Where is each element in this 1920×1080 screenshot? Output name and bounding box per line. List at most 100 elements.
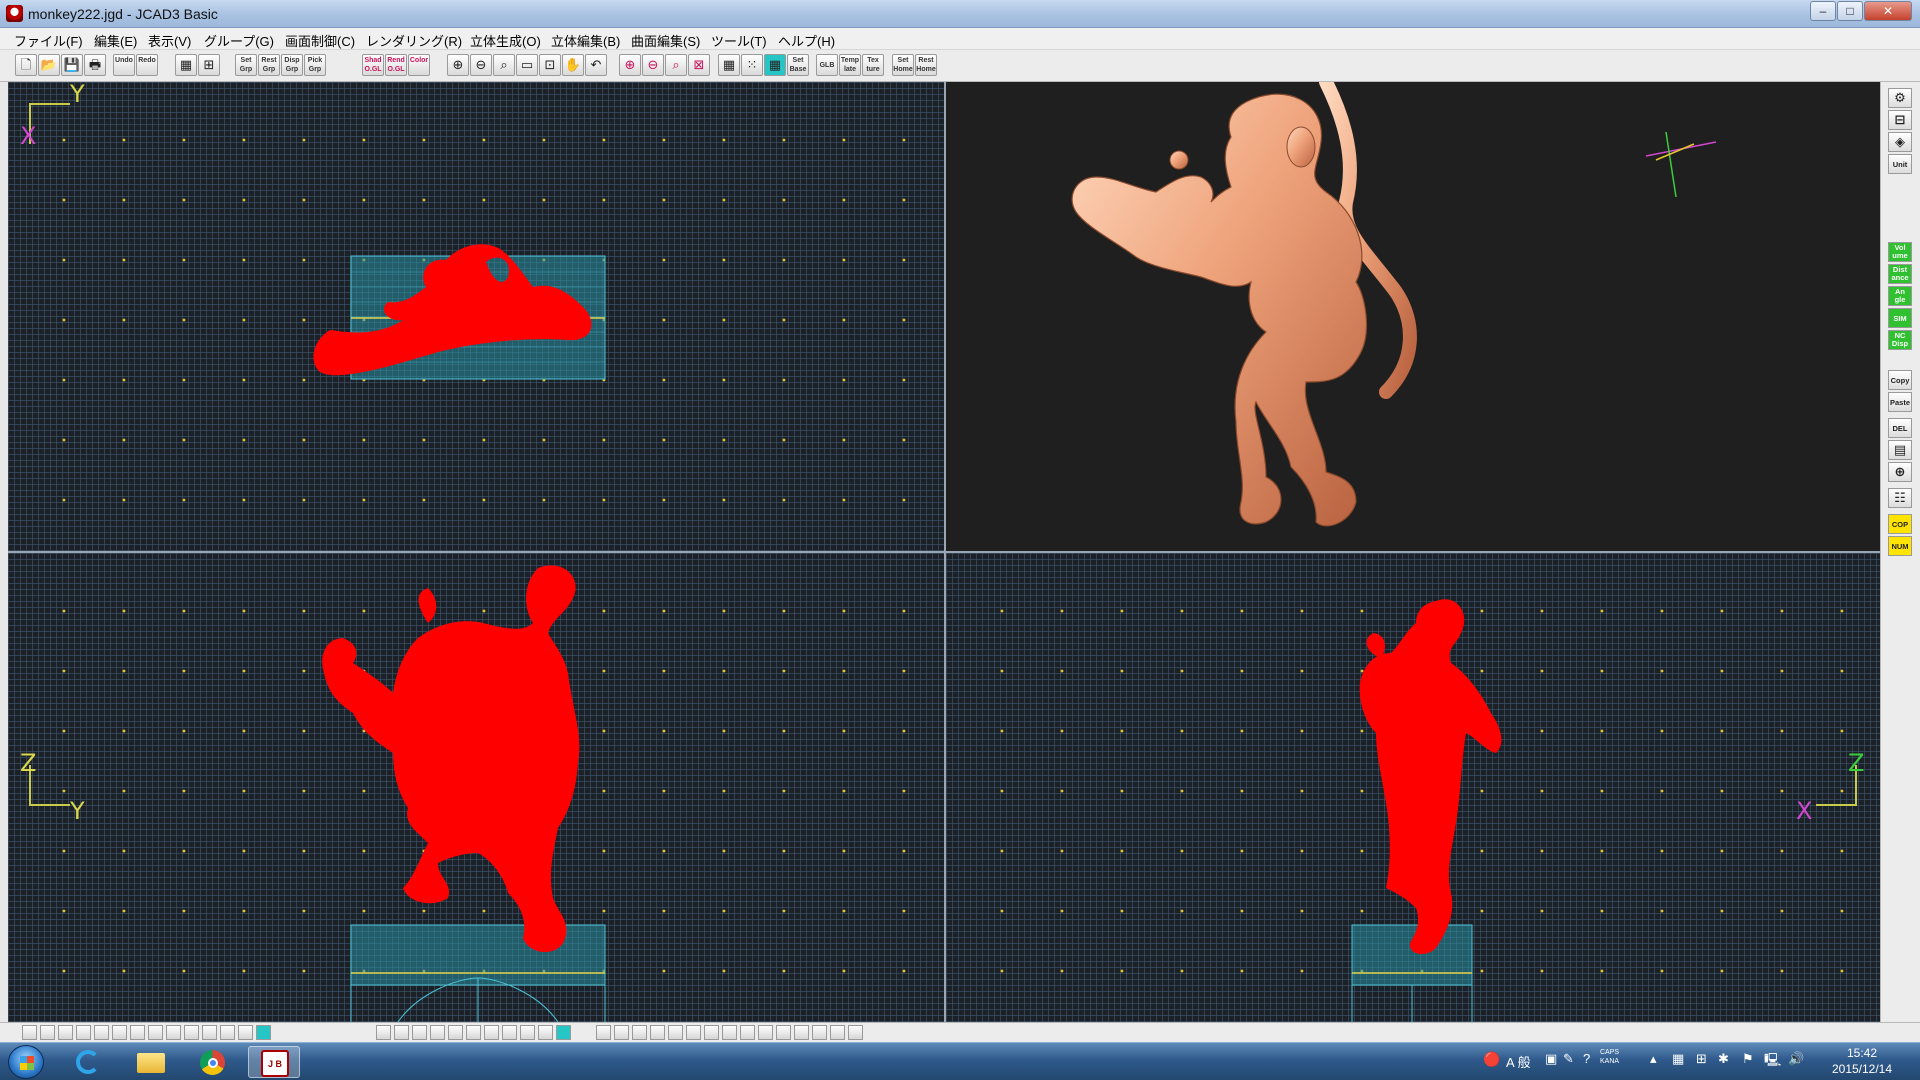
- sim-icon[interactable]: SIM: [1888, 308, 1912, 328]
- grid-icon[interactable]: ▦: [718, 54, 740, 76]
- menu-view[interactable]: 表示(V): [148, 31, 191, 50]
- shell-icon[interactable]: [722, 1025, 737, 1040]
- save-disk-icon[interactable]: 💾: [61, 54, 83, 76]
- text-tool-icon[interactable]: [238, 1025, 253, 1040]
- solid-sphere-icon[interactable]: [484, 1025, 499, 1040]
- zoom-fit-icon[interactable]: ▭: [516, 54, 538, 76]
- zoom-all-icon[interactable]: ⊡: [539, 54, 561, 76]
- ime-dict-icon[interactable]: ▣: [1545, 1051, 1557, 1067]
- texture-icon[interactable]: Tex ture: [862, 54, 884, 76]
- taskbar-explorer[interactable]: [124, 1046, 176, 1078]
- solid-mode-icon[interactable]: [556, 1025, 571, 1040]
- tray-app-icon[interactable]: ▦: [1672, 1051, 1684, 1067]
- point-tool-icon[interactable]: [22, 1025, 37, 1040]
- solid-text-icon[interactable]: [538, 1025, 553, 1040]
- taskbar-ie[interactable]: [62, 1046, 114, 1078]
- solid-cylinder-icon[interactable]: [394, 1025, 409, 1040]
- undo-icon[interactable]: Undo: [113, 54, 135, 76]
- solid-torus-icon[interactable]: [502, 1025, 517, 1040]
- menu-edit[interactable]: 編集(E): [94, 31, 137, 50]
- volume-icon[interactable]: Vol ume: [1888, 242, 1912, 262]
- boolean-icon[interactable]: [704, 1025, 719, 1040]
- maximize-button[interactable]: □: [1837, 1, 1863, 21]
- cut-icon[interactable]: [758, 1025, 773, 1040]
- arc-tool-icon[interactable]: [58, 1025, 73, 1040]
- cop-icon[interactable]: COP: [1888, 514, 1912, 534]
- ime-tools-icon[interactable]: ✎: [1563, 1051, 1574, 1067]
- move-icon[interactable]: [614, 1025, 629, 1040]
- tree-icon[interactable]: ☷: [1888, 488, 1912, 508]
- back-view-icon[interactable]: ↶: [585, 54, 607, 76]
- menu-tools[interactable]: ツール(T): [711, 31, 767, 50]
- trim-tool-icon[interactable]: [130, 1025, 145, 1040]
- solid-revolve-icon[interactable]: [430, 1025, 445, 1040]
- render-ogl-icon[interactable]: Rend O.GL: [385, 54, 407, 76]
- solid-ring-icon[interactable]: [520, 1025, 535, 1040]
- menu-screen[interactable]: 画面制御(C): [285, 31, 355, 50]
- solid-extrude-icon[interactable]: [412, 1025, 427, 1040]
- dot-grid-icon[interactable]: ⁙: [741, 54, 763, 76]
- project-icon[interactable]: [812, 1025, 827, 1040]
- solid-box-icon[interactable]: [376, 1025, 391, 1040]
- mirror-tool-icon[interactable]: [94, 1025, 109, 1040]
- reset-home-icon[interactable]: Rest Home: [915, 54, 937, 76]
- delete-icon[interactable]: DEL: [1888, 418, 1912, 438]
- deform-icon[interactable]: [776, 1025, 791, 1040]
- minimize-button[interactable]: –: [1810, 1, 1836, 21]
- viewport-divider-horizontal[interactable]: [8, 551, 1880, 553]
- menu-group[interactable]: グループ(G): [204, 31, 274, 50]
- pan-hand-icon[interactable]: ✋: [562, 54, 584, 76]
- menu-help[interactable]: ヘルプ(H): [778, 31, 835, 50]
- action-center-flag-icon[interactable]: ⚑: [1742, 1051, 1754, 1067]
- nc-disp-icon[interactable]: NC Disp: [1888, 330, 1912, 350]
- zoom-center-icon[interactable]: ⊖: [642, 54, 664, 76]
- dimension-tool-icon[interactable]: [202, 1025, 217, 1040]
- pick-group-icon[interactable]: Pick Grp: [304, 54, 326, 76]
- solid-loft-icon[interactable]: [466, 1025, 481, 1040]
- join-tool-icon[interactable]: [148, 1025, 163, 1040]
- grid-view-icon[interactable]: ⊞: [198, 54, 220, 76]
- copy-icon[interactable]: Copy: [1888, 370, 1912, 390]
- layers-icon[interactable]: ◈: [1888, 132, 1912, 152]
- menu-rendering[interactable]: レンダリング(R): [366, 31, 462, 50]
- tray-expand-icon[interactable]: ▴: [1650, 1051, 1657, 1067]
- zoom-extent-icon[interactable]: ⌕: [665, 54, 687, 76]
- check-icon[interactable]: [848, 1025, 863, 1040]
- group-tree-icon[interactable]: ▦: [175, 54, 197, 76]
- viewport-side[interactable]: Z X: [946, 553, 1880, 1022]
- twist-icon[interactable]: [668, 1025, 683, 1040]
- ime-indicator[interactable]: A 般: [1506, 1052, 1531, 1071]
- close-button[interactable]: ✕: [1864, 1, 1912, 21]
- zoom-in-icon[interactable]: ⊕: [447, 54, 469, 76]
- color-icon[interactable]: Color: [408, 54, 430, 76]
- tray-settings-icon[interactable]: ✱: [1718, 1051, 1729, 1067]
- property-icon[interactable]: ▤: [1888, 440, 1912, 460]
- menu-surface-edit[interactable]: 曲面編集(S): [631, 31, 700, 50]
- taskbar-jcad[interactable]: J B: [248, 1046, 300, 1078]
- taper-icon[interactable]: [686, 1025, 701, 1040]
- print-icon[interactable]: 🖶: [84, 54, 106, 76]
- transform-icon[interactable]: ⊕: [1888, 462, 1912, 482]
- viewport-render[interactable]: [946, 82, 1880, 551]
- line-tool-icon[interactable]: [76, 1025, 91, 1040]
- zoom-box-icon[interactable]: ⊠: [688, 54, 710, 76]
- taskbar-chrome[interactable]: [186, 1046, 238, 1078]
- view-gear-icon[interactable]: ⚙: [1888, 88, 1912, 108]
- redo-icon[interactable]: Redo: [136, 54, 158, 76]
- set-base-icon[interactable]: Set Base: [787, 54, 809, 76]
- angle-icon[interactable]: An gle: [1888, 286, 1912, 306]
- slice-icon[interactable]: [830, 1025, 845, 1040]
- network-icon[interactable]: 🖳: [1764, 1051, 1781, 1073]
- display-group-icon[interactable]: Disp Grp: [281, 54, 303, 76]
- open-folder-icon[interactable]: 📂: [38, 54, 60, 76]
- measure-tool-icon[interactable]: [166, 1025, 181, 1040]
- global-icon[interactable]: GLB: [816, 54, 838, 76]
- ime-help-icon[interactable]: ?: [1583, 1051, 1590, 1066]
- viewport-top[interactable]: Y X: [8, 80, 944, 551]
- bend-icon[interactable]: [650, 1025, 665, 1040]
- fillet-icon[interactable]: [740, 1025, 755, 1040]
- offset-tool-icon[interactable]: [112, 1025, 127, 1040]
- snap-mode-icon[interactable]: [256, 1025, 271, 1040]
- reset-group-icon[interactable]: Rest Grp: [258, 54, 280, 76]
- taskbar-clock[interactable]: 15:42 2015/12/14: [1822, 1045, 1902, 1077]
